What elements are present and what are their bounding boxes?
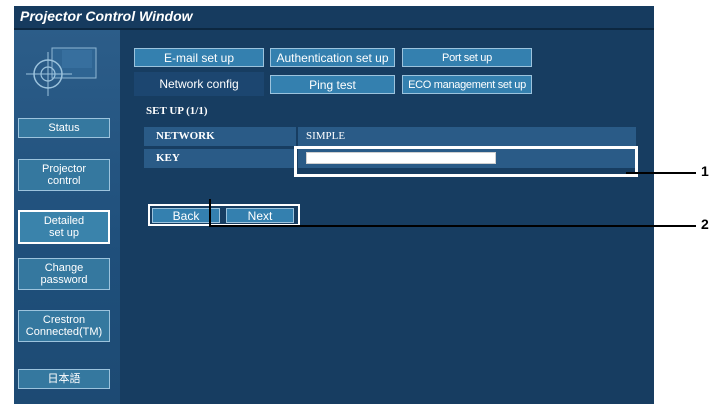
setup-title: SET UP (1/1) <box>146 105 208 117</box>
callout-1-label: 1 <box>701 163 709 179</box>
sidebar-item-japanese[interactable]: 日本語 <box>18 369 110 389</box>
sidebar-item-label: Projector control <box>41 163 87 187</box>
network-row: NETWORK SIMPLE <box>144 127 636 146</box>
projector-control-window: Projector Control Window Status Projecto… <box>14 6 654 404</box>
sidebar-item-label: Crestron Connected(TM) <box>25 314 103 338</box>
tab-label: E-mail set up <box>163 50 235 65</box>
tab-ping-test[interactable]: Ping test <box>270 75 395 94</box>
setup-content: SET UP (1/1) NETWORK SIMPLE KEY Back Nex… <box>130 97 638 397</box>
sidebar-item-projector-control[interactable]: Projector control <box>18 159 110 191</box>
tab-eco-management-set-up[interactable]: ECO management set up <box>402 75 532 94</box>
sidebar: Status Projector control Detailed set up… <box>14 30 120 404</box>
key-label: KEY <box>144 149 296 168</box>
sidebar-item-label: Detailed set up <box>43 215 85 239</box>
tab-label: Port set up <box>442 51 492 64</box>
next-button[interactable]: Next <box>226 208 294 223</box>
network-label: NETWORK <box>144 127 296 146</box>
window-title: Projector Control Window <box>20 8 193 24</box>
sidebar-item-label: Change password <box>40 262 88 286</box>
tab-label: Network config <box>159 77 239 91</box>
key-highlight-inner <box>296 148 636 175</box>
tab-authentication-set-up[interactable]: Authentication set up <box>270 48 395 67</box>
back-button-label: Back <box>172 208 200 223</box>
tab-label: Ping test <box>309 77 356 92</box>
next-button-label: Next <box>247 208 273 223</box>
sidebar-item-change-password[interactable]: Change password <box>18 258 110 290</box>
network-value: SIMPLE <box>298 127 636 146</box>
callout-2-label: 2 <box>701 216 709 232</box>
tab-label: Authentication set up <box>276 50 389 65</box>
callout-2-leader-vertical <box>209 199 211 227</box>
main-panel: E-mail set up Authentication set up Port… <box>120 30 654 404</box>
sidebar-item-detailed-set-up[interactable]: Detailed set up <box>18 210 110 244</box>
callout-2-leader-horizontal <box>209 225 696 227</box>
projector-logo-icon <box>26 47 97 96</box>
tab-port-set-up[interactable]: Port set up <box>402 48 532 67</box>
tab-network-config[interactable]: Network config <box>134 72 264 96</box>
sidebar-item-status[interactable]: Status <box>18 118 110 138</box>
sidebar-item-label: 日本語 <box>47 373 81 385</box>
sidebar-item-label: Status <box>48 122 80 134</box>
title-bar: Projector Control Window <box>14 6 654 30</box>
tab-email-set-up[interactable]: E-mail set up <box>134 48 264 67</box>
tab-label: ECO management set up <box>408 78 526 91</box>
callout-1-leader <box>626 172 696 174</box>
sidebar-item-crestron[interactable]: Crestron Connected(TM) <box>18 310 110 342</box>
